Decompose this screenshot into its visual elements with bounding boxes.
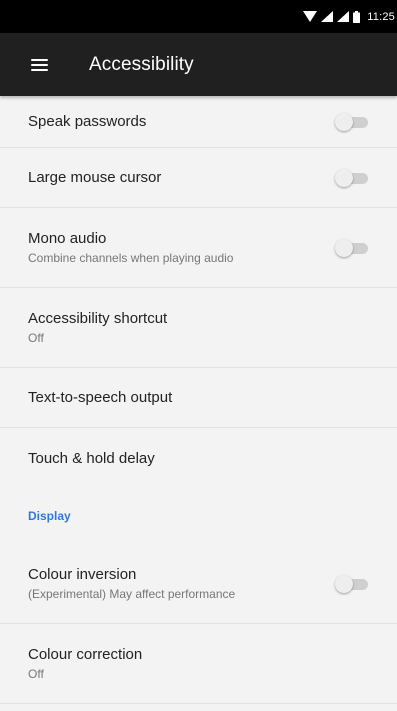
setting-title: Text-to-speech output	[28, 389, 173, 406]
setting-text-to-speech-output[interactable]: Text-to-speech output	[0, 368, 397, 428]
wifi-icon	[303, 11, 318, 22]
setting-large-mouse-cursor[interactable]: Large mouse cursor	[0, 148, 397, 208]
setting-title: Accessibility shortcut	[28, 310, 168, 327]
colour-inversion-toggle[interactable]	[335, 574, 371, 593]
mono-audio-toggle[interactable]	[335, 238, 371, 257]
setting-summary: Off	[28, 667, 44, 681]
settings-screen: 11:25 Accessibility Speak passwords Larg…	[0, 0, 397, 711]
setting-colour-correction[interactable]: Colour correction Off	[0, 624, 397, 704]
setting-speak-passwords[interactable]: Speak passwords	[0, 96, 397, 148]
switch-thumb	[335, 238, 353, 257]
app-toolbar: Accessibility	[0, 33, 397, 96]
large-mouse-cursor-toggle[interactable]	[335, 168, 371, 187]
setting-accessibility-shortcut[interactable]: Accessibility shortcut Off	[0, 288, 397, 368]
setting-summary: Off	[28, 331, 44, 345]
setting-title: Mono audio	[28, 230, 107, 247]
setting-title: Touch & hold delay	[28, 449, 155, 467]
settings-list: Speak passwords Large mouse cursor Mono …	[0, 96, 397, 704]
switch-thumb	[335, 168, 353, 187]
setting-title: Large mouse cursor	[28, 169, 162, 186]
setting-title: Colour inversion	[28, 566, 137, 583]
section-header-display: Display	[28, 509, 71, 523]
menu-icon[interactable]	[31, 58, 48, 71]
setting-summary: Combine channels when playing audio	[28, 251, 234, 265]
setting-touch-hold-delay[interactable]: Touch & hold delay	[0, 428, 397, 488]
setting-colour-inversion[interactable]: Colour inversion (Experimental) May affe…	[0, 544, 397, 624]
status-time: 11:25	[367, 10, 395, 23]
signal-icon	[337, 11, 350, 22]
setting-summary: (Experimental) May affect performance	[28, 587, 236, 601]
signal-icon	[321, 11, 334, 22]
page-title: Accessibility	[89, 53, 194, 75]
status-bar: 11:25	[0, 0, 397, 33]
setting-mono-audio[interactable]: Mono audio Combine channels when playing…	[0, 208, 397, 288]
switch-thumb	[335, 112, 353, 131]
switch-thumb	[335, 574, 353, 593]
setting-title: Colour correction	[28, 646, 143, 663]
status-icons: 11:25	[303, 10, 395, 23]
speak-passwords-toggle[interactable]	[335, 112, 371, 131]
battery-icon	[353, 10, 361, 23]
setting-title: Speak passwords	[28, 113, 147, 130]
